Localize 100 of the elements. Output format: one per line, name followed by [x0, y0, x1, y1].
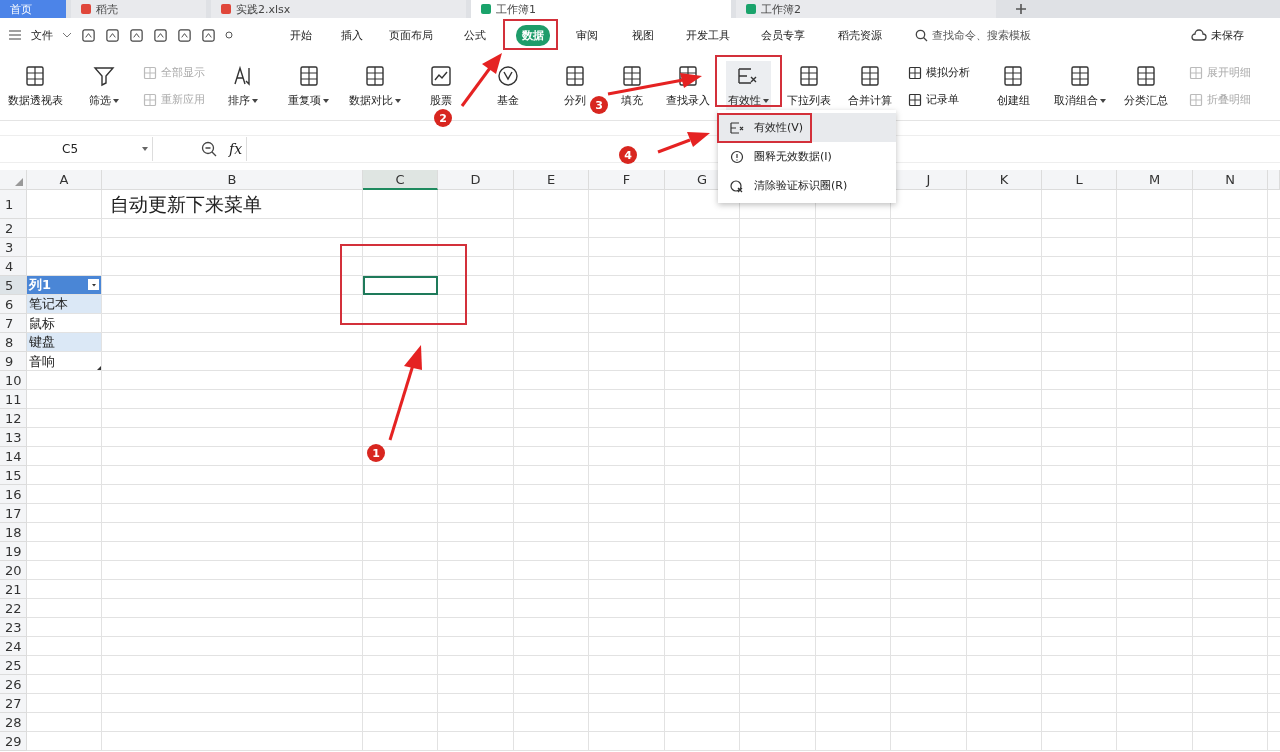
- resize-handle-icon[interactable]: [97, 366, 101, 370]
- ribbon-button[interactable]: 填充: [618, 61, 646, 111]
- menu-icon[interactable]: [8, 29, 22, 41]
- name-box[interactable]: C5: [0, 137, 153, 161]
- column-header[interactable]: D: [438, 170, 514, 190]
- row-header[interactable]: 21: [0, 580, 27, 599]
- row-header[interactable]: 20: [0, 561, 27, 580]
- ribbon-button[interactable]: 创建组: [994, 61, 1032, 111]
- document-tab[interactable]: 工作簿2: [736, 0, 996, 18]
- menu-tab[interactable]: 开发工具: [680, 24, 736, 46]
- file-icon: [746, 4, 756, 14]
- toolbar-icon[interactable]: [105, 27, 120, 43]
- ribbon-button[interactable]: 数据透视表: [5, 61, 65, 111]
- column-header[interactable]: C: [363, 170, 438, 190]
- document-tab[interactable]: 稻壳: [71, 0, 206, 18]
- row-header[interactable]: 7: [0, 314, 27, 333]
- row-header[interactable]: 14: [0, 447, 27, 466]
- ribbon-button[interactable]: 下拉列表: [785, 61, 833, 111]
- row-header[interactable]: 12: [0, 409, 27, 428]
- column-header[interactable]: A: [27, 170, 102, 190]
- zoom-icon[interactable]: [201, 141, 217, 157]
- ribbon-button[interactable]: 分列: [560, 61, 589, 111]
- menu-tab[interactable]: 视图: [626, 24, 660, 46]
- ribbon-button[interactable]: 数据对比: [346, 61, 403, 111]
- menu-tab[interactable]: 公式: [458, 24, 492, 46]
- ribbon-button[interactable]: 筛选: [86, 61, 121, 111]
- ribbon-button[interactable]: 有效性: [725, 61, 771, 111]
- menu-tab[interactable]: 页面布局: [383, 24, 439, 46]
- circle-icon[interactable]: [225, 31, 233, 39]
- function-button[interactable]: fx: [225, 141, 247, 157]
- ribbon-button[interactable]: 排序: [226, 61, 260, 111]
- chevron-down-icon[interactable]: [62, 31, 72, 39]
- row-header[interactable]: 23: [0, 618, 27, 637]
- command-search[interactable]: 查找命令、搜索模板: [915, 27, 1031, 43]
- menu-tab[interactable]: 审阅: [569, 24, 604, 46]
- toolbar-icon[interactable]: [201, 27, 216, 43]
- row-header[interactable]: 19: [0, 542, 27, 561]
- row-header[interactable]: 17: [0, 504, 27, 523]
- ribbon-button[interactable]: 查找录入: [664, 61, 712, 111]
- row-header[interactable]: 10: [0, 371, 27, 390]
- row-header[interactable]: 18: [0, 523, 27, 542]
- menu-tab[interactable]: 插入: [335, 24, 369, 46]
- document-tab[interactable]: 工作簿1: [471, 0, 731, 18]
- ribbon-button[interactable]: 取消组合: [1052, 61, 1108, 111]
- ribbon-button[interactable]: 合并计算: [846, 61, 894, 111]
- row-header[interactable]: 1: [0, 190, 27, 219]
- ribbon-button[interactable]: 重复项: [286, 61, 331, 111]
- row-header[interactable]: 24: [0, 637, 27, 656]
- column-header[interactable]: N: [1193, 170, 1268, 190]
- save-status[interactable]: 未保存: [1211, 27, 1244, 43]
- toolbar-icon[interactable]: [81, 27, 96, 43]
- row-header[interactable]: 22: [0, 599, 27, 618]
- file-menu[interactable]: 文件: [31, 27, 53, 43]
- add-icon[interactable]: [1015, 3, 1027, 15]
- toolbar-icon[interactable]: [153, 27, 168, 43]
- row-header[interactable]: 4: [0, 257, 27, 276]
- column-header[interactable]: B: [102, 170, 363, 190]
- row-header[interactable]: 16: [0, 485, 27, 504]
- ribbon-button[interactable]: 分类汇总: [1122, 61, 1170, 111]
- row-header[interactable]: 25: [0, 656, 27, 675]
- toolbar-icon[interactable]: [177, 27, 192, 43]
- document-tab[interactable]: 实践2.xlsx: [211, 0, 466, 18]
- row-header[interactable]: 8: [0, 333, 27, 352]
- column-header[interactable]: K: [967, 170, 1042, 190]
- menu-item[interactable]: 圈释无效数据(I): [718, 142, 896, 171]
- menu-tab[interactable]: 开始: [283, 24, 318, 46]
- row-header[interactable]: 2: [0, 219, 27, 238]
- menu-tab[interactable]: 稻壳资源: [832, 24, 888, 46]
- step-marker: 2: [434, 109, 452, 127]
- row-header[interactable]: 27: [0, 694, 27, 713]
- column-header[interactable]: E: [514, 170, 589, 190]
- filter-dropdown-button[interactable]: [88, 279, 99, 290]
- highlight-frame: [503, 19, 558, 50]
- ribbon-button[interactable]: 记录单: [908, 92, 970, 107]
- menu-item[interactable]: 有效性(V): [718, 113, 896, 142]
- active-cell[interactable]: [363, 276, 438, 295]
- row-header[interactable]: 5: [0, 276, 27, 295]
- row-header[interactable]: 9: [0, 352, 27, 371]
- ribbon-button[interactable]: 股票: [426, 61, 455, 111]
- row-header[interactable]: 29: [0, 732, 27, 751]
- ribbon-button[interactable]: 基金: [494, 61, 522, 111]
- chart-icon: [428, 64, 453, 88]
- row-header[interactable]: 26: [0, 675, 27, 694]
- row-header[interactable]: 3: [0, 238, 27, 257]
- select-all-button[interactable]: [0, 170, 27, 190]
- toolbar-icon[interactable]: [129, 27, 144, 43]
- row-header[interactable]: 11: [0, 390, 27, 409]
- row-header[interactable]: 28: [0, 713, 27, 732]
- row-header[interactable]: 15: [0, 466, 27, 485]
- document-tab[interactable]: 首页: [0, 0, 66, 18]
- row-header[interactable]: 13: [0, 428, 27, 447]
- table-icon: [676, 64, 700, 88]
- column-header[interactable]: M: [1117, 170, 1193, 190]
- row-header[interactable]: 6: [0, 295, 27, 314]
- column-header[interactable]: F: [589, 170, 665, 190]
- step-marker: 4: [619, 146, 637, 164]
- cloud-icon[interactable]: [1191, 28, 1207, 42]
- menu-tab[interactable]: 会员专享: [755, 24, 811, 46]
- column-header[interactable]: L: [1042, 170, 1117, 190]
- ribbon-button[interactable]: 模拟分析: [908, 65, 970, 80]
